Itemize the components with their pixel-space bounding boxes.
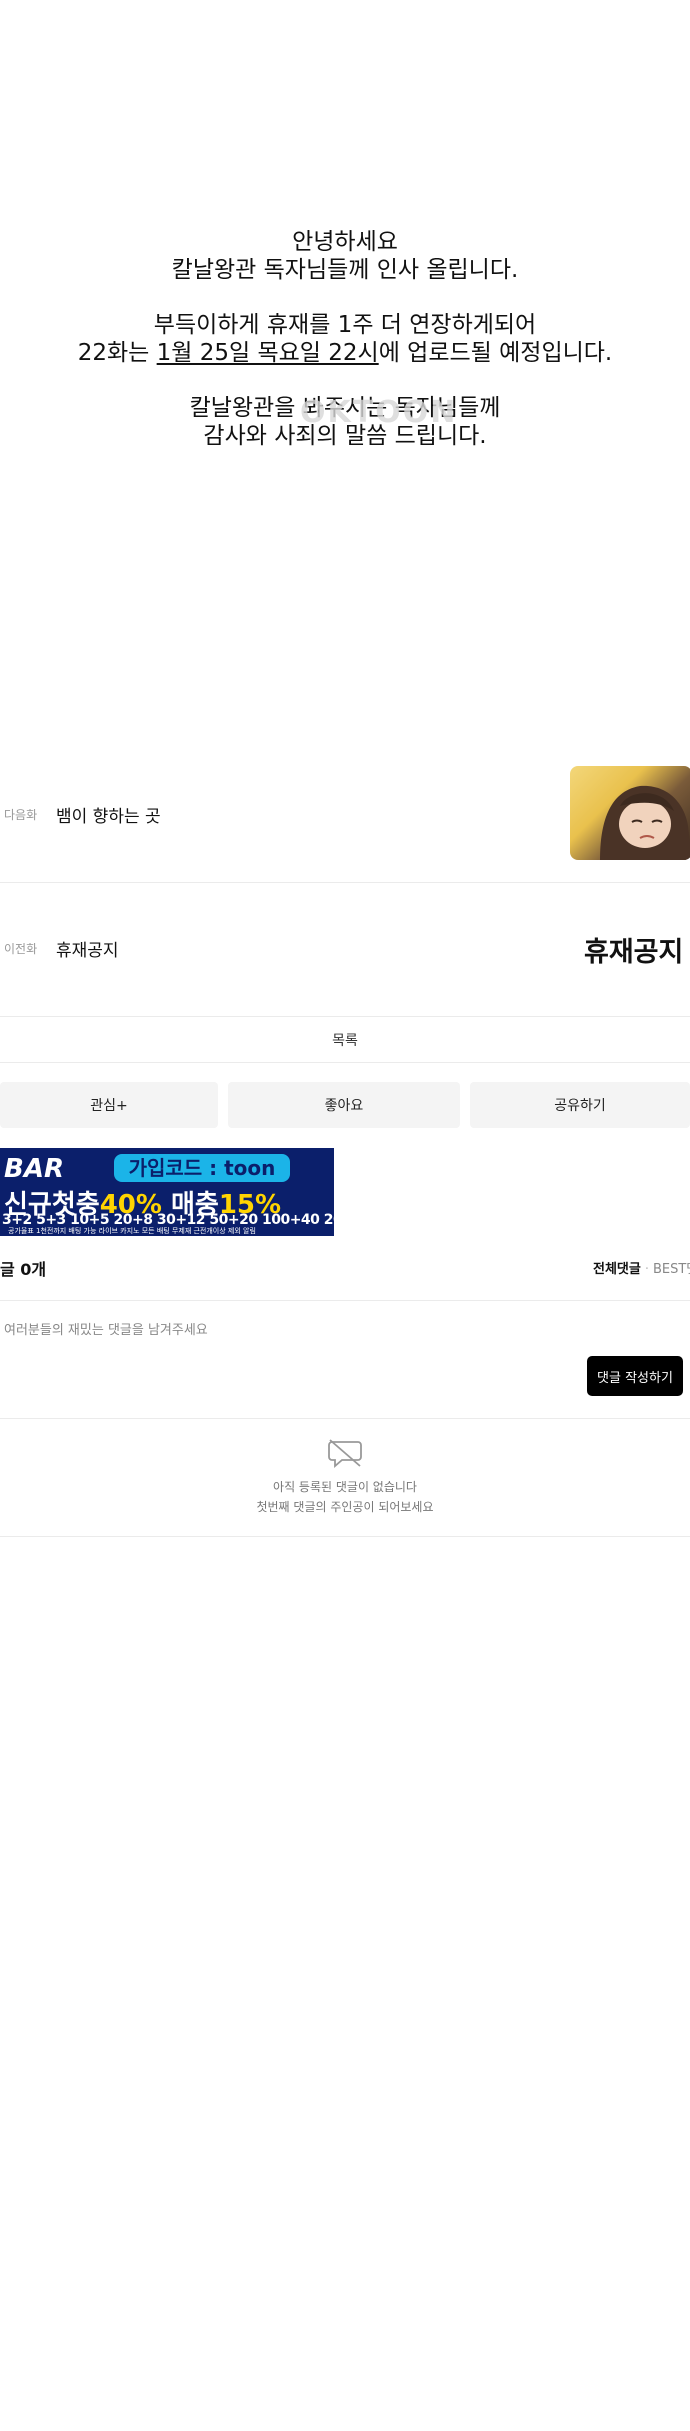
prev-episode-thumbnail-title: 휴재공지 (584, 937, 684, 968)
sort-best-tab[interactable]: BEST댓 (653, 1262, 690, 1277)
empty-message-line2: 첫번째 댓글의 주인공이 되어보세요 (256, 1500, 434, 1514)
sort-all-tab[interactable]: 전체댓글 (593, 1262, 641, 1277)
notice-line: 안녕하세요 (292, 229, 398, 255)
share-button[interactable]: 공유하기 (470, 1082, 690, 1128)
comment-input[interactable] (0, 1314, 566, 1346)
comment-submit-button[interactable]: 댓글 작성하기 (587, 1356, 683, 1396)
next-episode-link[interactable]: 다음화 뱀이 향하는 곳 (0, 762, 690, 883)
prev-episode-tag: 이전화 (4, 942, 38, 956)
like-button[interactable]: 좋아요 (228, 1082, 460, 1128)
comment-form: 댓글 작성하기 (0, 1300, 690, 1419)
watermark: OKTOON (300, 395, 458, 430)
comments-empty-state: 아직 등록된 댓글이 없습니다 첫번째 댓글의 주인공이 되어보세요 (0, 1418, 690, 1537)
prev-episode-link[interactable]: 이전화 휴재공지 휴재공지 (0, 882, 690, 1017)
ad-logo: BAR (4, 1154, 64, 1184)
favorite-button[interactable]: 관심+ (0, 1082, 218, 1128)
notice-date: 1월 25일 목요일 22시 (156, 340, 379, 366)
next-episode-title: 뱀이 향하는 곳 (56, 807, 161, 827)
prev-episode-title: 휴재공지 (56, 941, 119, 961)
no-comment-icon (328, 1439, 362, 1468)
episode-list-label: 목록 (332, 1033, 358, 1049)
comment-count: 글 0개 (0, 1260, 47, 1279)
notice-line: 칼날왕관 독자님들께 인사 올립니다. (171, 257, 519, 283)
ad-signup-code: 가입코드 : toon (114, 1154, 290, 1182)
comments-header: 글 0개 전체댓글·BEST댓 (0, 1244, 690, 1301)
ad-fine-print: 공가율표 1천전까지 배팅 가능 라이브 카지노 모든 배팅 무제재 근전개이상… (8, 1227, 256, 1235)
next-episode-thumbnail (570, 766, 690, 860)
next-episode-tag: 다음화 (4, 808, 38, 822)
notice-line: 22화는 1월 25일 목요일 22시에 업로드될 예정입니다. (77, 340, 613, 366)
empty-message-line1: 아직 등록된 댓글이 없습니다 (273, 1480, 417, 1494)
episode-list-link[interactable]: 목록 (0, 1016, 690, 1063)
notice-line: 부득이하게 휴재를 1주 더 연장하게되어 (153, 312, 537, 338)
ad-banner[interactable]: BAR 가입코드 : toon 신규첫충40% 매충15% 3+2 5+3 10… (0, 1148, 334, 1236)
comment-sort: 전체댓글·BEST댓 (593, 1258, 690, 1277)
